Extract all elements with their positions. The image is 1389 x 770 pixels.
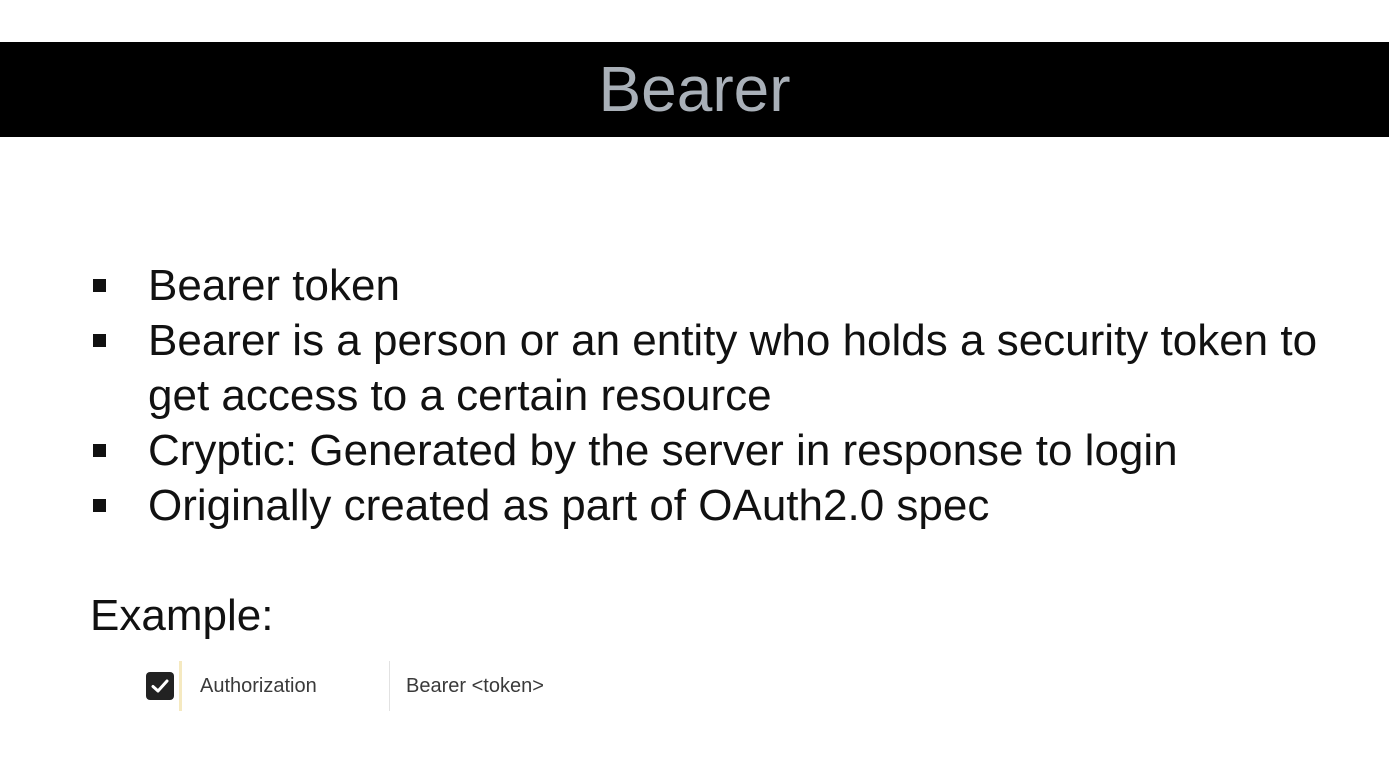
square-bullet-icon bbox=[93, 499, 106, 512]
bullet-text: Bearer is a person or an entity who hold… bbox=[148, 316, 1318, 420]
header-enabled-checkbox[interactable] bbox=[146, 672, 174, 700]
header-key-cell[interactable]: Authorization bbox=[200, 660, 317, 712]
bullet-list: Bearer token Bearer is a person or an en… bbox=[90, 258, 1360, 533]
bullet-item: Bearer token bbox=[90, 258, 1360, 313]
example-label: Example: bbox=[90, 591, 274, 640]
bullet-text: Cryptic: Generated by the server in resp… bbox=[148, 426, 1178, 475]
title-bar: Bearer bbox=[0, 42, 1389, 137]
slide-title: Bearer bbox=[598, 53, 791, 125]
square-bullet-icon bbox=[93, 334, 106, 347]
checkmark-icon bbox=[151, 679, 169, 693]
bullet-item: Originally created as part of OAuth2.0 s… bbox=[90, 478, 1360, 533]
header-value-cell[interactable]: Bearer <token> bbox=[406, 660, 544, 712]
bullet-item: Bearer is a person or an entity who hold… bbox=[90, 313, 1360, 423]
row-highlight-divider bbox=[179, 661, 182, 711]
header-row: Authorization Bearer <token> bbox=[140, 660, 580, 712]
square-bullet-icon bbox=[93, 444, 106, 457]
square-bullet-icon bbox=[93, 279, 106, 292]
bullet-item: Cryptic: Generated by the server in resp… bbox=[90, 423, 1360, 478]
bullet-text: Originally created as part of OAuth2.0 s… bbox=[148, 481, 990, 530]
bullet-text: Bearer token bbox=[148, 261, 400, 310]
cell-divider bbox=[389, 661, 390, 711]
